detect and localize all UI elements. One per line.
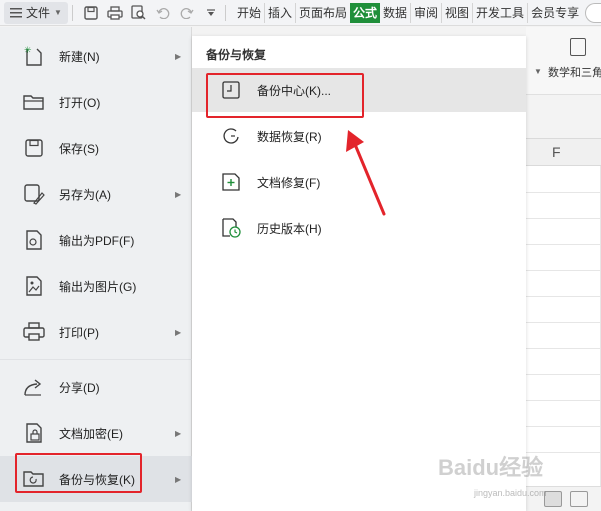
print-preview-icon[interactable] [129, 3, 149, 23]
tab-member[interactable]: 会员专享 [527, 2, 582, 23]
history-version-icon [220, 217, 242, 239]
math-function-icon[interactable] [570, 38, 586, 56]
menu-item-label: 保存(S) [59, 141, 99, 156]
tab-page-layout[interactable]: 页面布局 [294, 2, 350, 23]
menu-item-label: 输出为图片(G) [59, 279, 137, 294]
top-toolbar: 文件 ▼ 开始 插入 页面布局 公式 数据 审阅 视图 开发工具 会员专享 [0, 0, 601, 26]
tab-data[interactable]: 数据 [380, 3, 410, 23]
menu-item-encrypt[interactable]: 文档加密(E) ▶ [0, 410, 192, 456]
menu-item-export-pdf[interactable]: 输出为PDF(F) [0, 217, 192, 263]
ribbon-area [526, 27, 601, 95]
undo-icon[interactable] [153, 3, 173, 23]
column-header-row [526, 138, 601, 166]
submenu-title: 备份与恢复 [206, 48, 267, 62]
search-box[interactable] [585, 3, 601, 23]
menu-item-label: 文档加密(E) [59, 426, 123, 441]
chevron-down-icon: ▼ [54, 8, 62, 17]
watermark-text: Baidu经验 [438, 455, 544, 480]
share-icon [22, 375, 46, 399]
page-view-icon[interactable] [570, 491, 588, 507]
customize-arrow-icon[interactable] [201, 3, 221, 23]
menu-item-label: 打开(O) [59, 95, 101, 110]
save-icon[interactable] [81, 3, 101, 23]
annotation-arrow [346, 130, 386, 216]
watermark-logo: Baidu经验 jingyan.baidu.com [438, 450, 558, 500]
tab-developer[interactable]: 开发工具 [472, 2, 527, 23]
column-header-f[interactable]: F [552, 144, 561, 160]
menu-item-print[interactable]: 打印(P) ▶ [0, 309, 192, 355]
file-menu-panel: ✳ 新建(N) ▶ 打开(O) 保存(S) 另存为(A) ▶ 输出为PDF(F) [0, 27, 192, 511]
file-menu-button[interactable]: 文件 ▼ [4, 1, 68, 24]
annotation-highlight [15, 453, 142, 493]
ribbon-tabs: 开始 插入 页面布局 公式 数据 审阅 视图 开发工具 会员专享 [234, 0, 582, 26]
chevron-right-icon: ▶ [175, 51, 182, 61]
toolbar-divider [71, 4, 73, 21]
export-pdf-icon [22, 228, 46, 252]
chevron-right-icon: ▶ [175, 428, 182, 438]
svg-text:✳: ✳ [24, 46, 32, 56]
tab-start[interactable]: 开始 [234, 3, 264, 23]
save-icon [22, 136, 46, 160]
toolbar-divider [224, 4, 226, 21]
chevron-right-icon: ▶ [175, 474, 182, 484]
menu-icon [10, 7, 22, 18]
file-menu-label: 文件 [26, 6, 51, 20]
menu-item-new[interactable]: ✳ 新建(N) ▶ [0, 33, 192, 79]
annotation-highlight [206, 73, 364, 118]
menu-item-open[interactable]: 打开(O) [0, 79, 192, 125]
chevron-right-icon: ▶ [175, 189, 182, 199]
print-icon [22, 320, 46, 344]
export-image-icon [22, 274, 46, 298]
encrypt-icon [22, 421, 46, 445]
submenu-item-label: 历史版本(H) [257, 221, 322, 236]
math-trig-button[interactable]: 数学和三角 [548, 64, 601, 80]
save-as-icon [22, 182, 46, 206]
submenu-item-label: 数据恢复(R) [257, 129, 322, 144]
open-folder-icon [22, 90, 46, 114]
menu-item-save[interactable]: 保存(S) [0, 125, 192, 171]
submenu-item-label: 文档修复(F) [257, 175, 321, 190]
chevron-right-icon: ▶ [175, 327, 182, 337]
spreadsheet-grid[interactable] [526, 166, 601, 486]
new-file-icon: ✳ [22, 44, 46, 68]
tab-formula[interactable]: 公式 [349, 2, 380, 23]
watermark-sub: jingyan.baidu.com [474, 488, 547, 498]
document-repair-icon [220, 171, 242, 193]
data-recovery-icon [220, 125, 242, 147]
tab-view[interactable]: 视图 [441, 2, 472, 23]
menu-item-share[interactable]: 分享(D) [0, 364, 192, 410]
redo-icon[interactable] [177, 3, 197, 23]
menu-item-label: 分享(D) [59, 380, 100, 395]
print-icon[interactable] [105, 3, 125, 23]
menu-item-label: 另存为(A) [59, 187, 111, 202]
chevron-down-icon[interactable]: ▼ [534, 67, 542, 76]
menu-item-label: 打印(P) [59, 325, 99, 340]
menu-item-label: 新建(N) [59, 49, 100, 64]
menu-divider [0, 359, 192, 360]
menu-item-label: 输出为PDF(F) [59, 233, 135, 248]
menu-item-export-image[interactable]: 输出为图片(G) [0, 263, 192, 309]
menu-item-save-as[interactable]: 另存为(A) ▶ [0, 171, 192, 217]
tab-insert[interactable]: 插入 [263, 2, 295, 23]
tab-review[interactable]: 审阅 [410, 2, 441, 23]
